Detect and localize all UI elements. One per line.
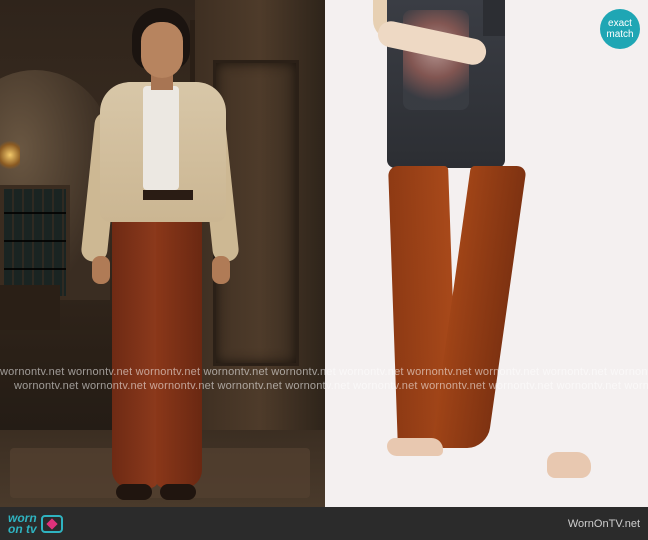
bare-foot-left bbox=[387, 438, 443, 456]
site-name[interactable]: WornOnTV.net bbox=[568, 518, 640, 530]
footer-bar: worn on tv WornOnTV.net bbox=[0, 507, 648, 540]
tee-sleeve bbox=[483, 0, 505, 36]
badge-line2: match bbox=[606, 29, 634, 40]
badge-line1: exact bbox=[608, 18, 632, 29]
actress-figure bbox=[0, 0, 325, 507]
belt bbox=[143, 190, 193, 200]
corduroy-pants-left-leg bbox=[112, 198, 158, 488]
hand-left bbox=[92, 256, 110, 284]
logo-text: worn on tv bbox=[8, 512, 37, 536]
image-stage: exact match bbox=[0, 0, 648, 507]
hand-right bbox=[212, 256, 230, 284]
logo-line2: on tv bbox=[8, 521, 37, 536]
bare-foot-right bbox=[547, 452, 591, 478]
tv-scene-photo bbox=[0, 0, 325, 507]
face bbox=[141, 22, 183, 78]
product-photo: exact match bbox=[325, 0, 648, 507]
corduroy-pants-right-leg bbox=[156, 198, 202, 488]
white-tee bbox=[143, 86, 179, 190]
exact-match-badge: exact match bbox=[600, 9, 640, 49]
wornontv-logo[interactable]: worn on tv bbox=[8, 512, 63, 536]
boot-left bbox=[116, 484, 152, 500]
boot-right bbox=[160, 484, 196, 500]
tv-icon bbox=[40, 514, 63, 533]
